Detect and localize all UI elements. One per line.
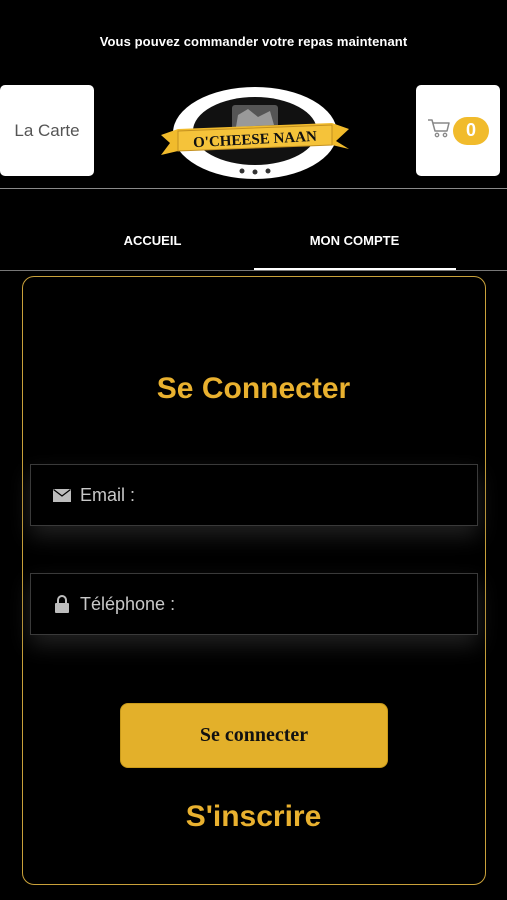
cart-icon	[427, 117, 451, 144]
login-submit-button[interactable]: Se connecter	[120, 703, 388, 768]
envelope-icon	[52, 485, 72, 505]
email-label: Email :	[80, 484, 136, 505]
cart-count-badge: 0	[453, 116, 489, 145]
tab-mon-compte[interactable]: MON COMPTE	[228, 228, 481, 268]
phone-label: Téléphone :	[80, 593, 176, 614]
cart-button[interactable]: 0	[416, 85, 500, 176]
email-field[interactable]: Email :	[30, 464, 478, 526]
logo: O'CHEESE NAAN	[158, 85, 352, 185]
la-carte-button[interactable]: La Carte	[0, 85, 94, 176]
lock-icon	[52, 594, 72, 614]
phone-field[interactable]: Téléphone :	[30, 573, 478, 635]
signup-link[interactable]: S'inscrire	[0, 800, 507, 834]
header-divider	[0, 188, 507, 189]
login-title: Se Connecter	[156, 372, 351, 405]
tabs-divider	[0, 270, 507, 271]
top-banner: Vous pouvez commander votre repas mainte…	[99, 34, 408, 49]
la-carte-label: La Carte	[14, 120, 80, 140]
